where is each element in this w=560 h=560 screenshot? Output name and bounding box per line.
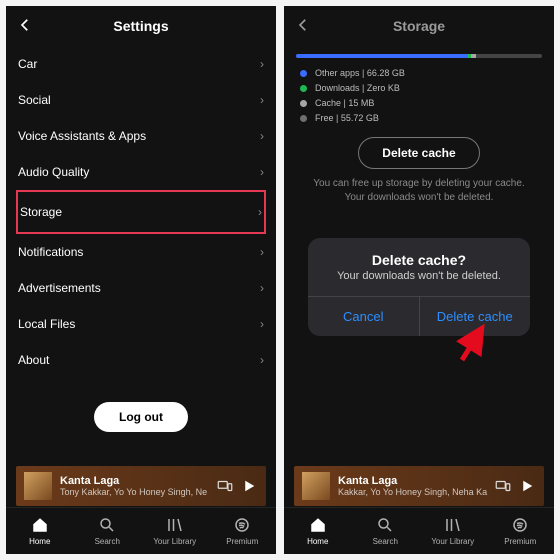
- settings-item-voice[interactable]: Voice Assistants & Apps›: [18, 118, 264, 154]
- settings-list: Car› Social› Voice Assistants & Apps› Au…: [6, 46, 276, 378]
- back-icon[interactable]: [294, 16, 312, 34]
- now-playing-bar[interactable]: Kanta Laga Kakkar, Yo Yo Honey Singh, Ne…: [294, 466, 544, 506]
- legend-free: Free | 55.72 GB: [300, 113, 538, 123]
- track-artist: Kakkar, Yo Yo Honey Singh, Neha Ka: [338, 487, 488, 497]
- delete-cache-dialog: Delete cache? Your downloads won't be de…: [308, 238, 530, 336]
- chevron-right-icon: ›: [260, 317, 264, 331]
- now-playing-bar[interactable]: Kanta Laga Tony Kakkar, Yo Yo Honey Sing…: [16, 466, 266, 506]
- logout-button[interactable]: Log out: [94, 402, 188, 432]
- play-icon[interactable]: [240, 477, 258, 495]
- legend-downloads: Downloads | Zero KB: [300, 83, 538, 93]
- header: Settings: [6, 6, 276, 46]
- settings-item-notifications[interactable]: Notifications›: [18, 234, 264, 270]
- tab-home[interactable]: Home: [6, 508, 74, 554]
- storage-legend: Other apps | 66.28 GB Downloads | Zero K…: [284, 68, 554, 123]
- header: Storage: [284, 6, 554, 46]
- track-title: Kanta Laga: [60, 475, 210, 487]
- tab-search[interactable]: Search: [74, 508, 142, 554]
- page-title: Storage: [393, 18, 445, 34]
- track-title: Kanta Laga: [338, 475, 488, 487]
- tab-premium[interactable]: Premium: [209, 508, 277, 554]
- devices-icon[interactable]: [216, 477, 234, 495]
- storage-hint: You can free up storage by deleting your…: [284, 177, 554, 205]
- storage-screen: Storage Other apps | 66.28 GB Downloads …: [284, 6, 554, 554]
- dialog-title: Delete cache?: [308, 238, 530, 270]
- devices-icon[interactable]: [494, 477, 512, 495]
- dialog-cancel-button[interactable]: Cancel: [308, 297, 419, 336]
- chevron-right-icon: ›: [260, 57, 264, 71]
- legend-cache: Cache | 15 MB: [300, 98, 538, 108]
- chevron-right-icon: ›: [260, 245, 264, 259]
- dialog-confirm-button[interactable]: Delete cache: [419, 297, 531, 336]
- settings-screen: Settings Car› Social› Voice Assistants &…: [6, 6, 276, 554]
- tab-library[interactable]: Your Library: [141, 508, 209, 554]
- bar-cache: [471, 54, 476, 58]
- dialog-message: Your downloads won't be deleted.: [308, 270, 530, 296]
- back-icon[interactable]: [16, 16, 34, 34]
- settings-item-social[interactable]: Social›: [18, 82, 264, 118]
- tab-premium[interactable]: Premium: [487, 508, 555, 554]
- bar-other: [296, 54, 468, 58]
- delete-cache-button[interactable]: Delete cache: [358, 137, 480, 169]
- chevron-right-icon: ›: [260, 93, 264, 107]
- settings-item-car[interactable]: Car›: [18, 46, 264, 82]
- album-art: [24, 472, 52, 500]
- chevron-right-icon: ›: [260, 353, 264, 367]
- tab-search[interactable]: Search: [352, 508, 420, 554]
- album-art: [302, 472, 330, 500]
- tab-bar: Home Search Your Library Premium: [6, 507, 276, 554]
- track-artist: Tony Kakkar, Yo Yo Honey Singh, Ne: [60, 487, 210, 497]
- settings-item-about[interactable]: About›: [18, 342, 264, 378]
- tab-home[interactable]: Home: [284, 508, 352, 554]
- settings-item-storage[interactable]: Storage›: [16, 190, 266, 234]
- tab-bar: Home Search Your Library Premium: [284, 507, 554, 554]
- page-title: Settings: [113, 18, 168, 34]
- chevron-right-icon: ›: [258, 205, 262, 219]
- storage-bar: [296, 54, 542, 58]
- legend-other: Other apps | 66.28 GB: [300, 68, 538, 78]
- play-icon[interactable]: [518, 477, 536, 495]
- chevron-right-icon: ›: [260, 165, 264, 179]
- chevron-right-icon: ›: [260, 281, 264, 295]
- tab-library[interactable]: Your Library: [419, 508, 487, 554]
- chevron-right-icon: ›: [260, 129, 264, 143]
- settings-item-local[interactable]: Local Files›: [18, 306, 264, 342]
- settings-item-ads[interactable]: Advertisements›: [18, 270, 264, 306]
- settings-item-audio[interactable]: Audio Quality›: [18, 154, 264, 190]
